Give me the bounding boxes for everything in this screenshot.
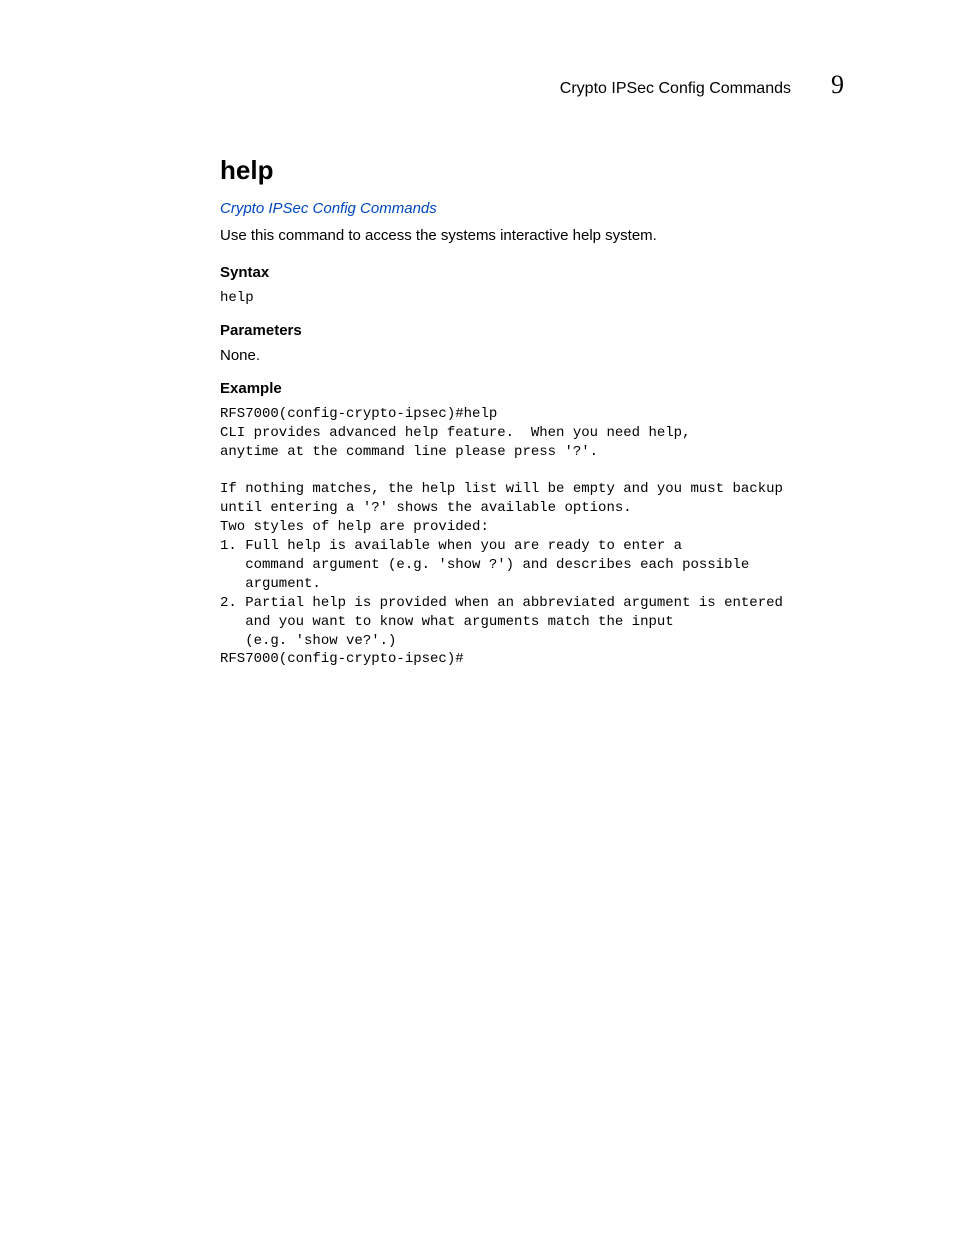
- section-title: Crypto IPSec Config Commands: [560, 80, 791, 98]
- chapter-number: 9: [831, 70, 844, 100]
- example-heading: Example: [220, 380, 854, 397]
- breadcrumb-link[interactable]: Crypto IPSec Config Commands: [220, 200, 854, 217]
- command-title: help: [220, 155, 854, 186]
- parameters-value: None.: [220, 347, 854, 364]
- page-header: Crypto IPSec Config Commands 9: [220, 70, 854, 100]
- page-content: Crypto IPSec Config Commands 9 help Cryp…: [0, 0, 954, 669]
- syntax-code: help: [220, 289, 854, 308]
- syntax-heading: Syntax: [220, 264, 854, 281]
- example-code: RFS7000(config-crypto-ipsec)#help CLI pr…: [220, 405, 854, 669]
- command-description: Use this command to access the systems i…: [220, 227, 854, 244]
- parameters-heading: Parameters: [220, 322, 854, 339]
